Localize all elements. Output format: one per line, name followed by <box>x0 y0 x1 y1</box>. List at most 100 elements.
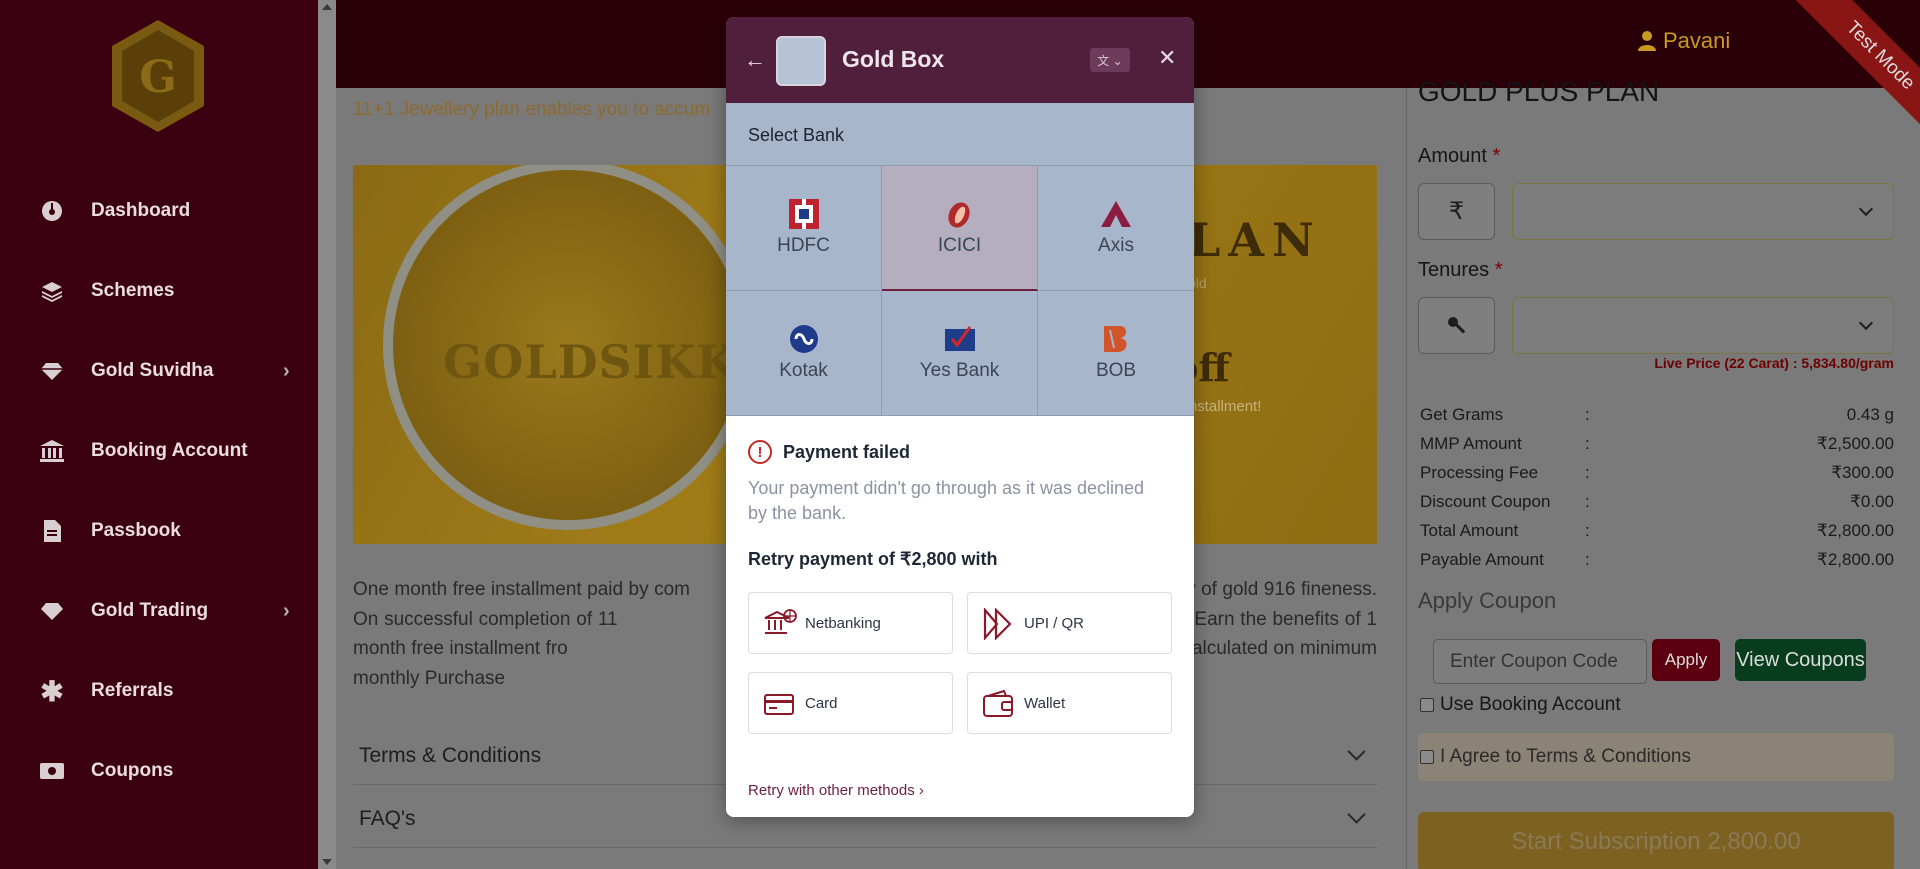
summary-value: ₹300.00 <box>1831 463 1894 482</box>
bank-option-axis[interactable]: Axis <box>1038 166 1194 291</box>
wallet-option[interactable]: Wallet <box>967 672 1172 734</box>
key-icon <box>1418 297 1495 354</box>
chevron-right-icon: › <box>283 359 290 382</box>
wallet-icon <box>982 688 1016 720</box>
bank-option-hdfc[interactable]: HDFC <box>726 166 882 291</box>
brand-logo[interactable]: G <box>108 18 208 136</box>
banner-brand-text: GOLDSIKKA <box>443 335 773 389</box>
summary-row: Total Amount: ₹2,800.00 <box>1420 521 1894 550</box>
summary-sep: : <box>1585 521 1590 540</box>
tenure-select[interactable] <box>1512 297 1894 354</box>
bank-label: Yes Bank <box>919 360 1000 381</box>
modal-title: Gold Box <box>842 46 945 72</box>
summary-value: ₹2,500.00 <box>1817 434 1894 453</box>
use-booking-account-label: Use Booking Account <box>1440 694 1621 715</box>
apply-coupon-title: Apply Coupon <box>1418 588 1557 613</box>
bank-label: HDFC <box>777 235 830 256</box>
summary-value: ₹0.00 <box>1850 492 1894 511</box>
plan-intro-text: 11+1 Jewellery plan enables you to accum <box>353 99 711 120</box>
user-icon <box>1638 31 1656 51</box>
summary-sep: : <box>1585 434 1590 453</box>
payment-failed-message: Your payment didn't go through as it was… <box>748 478 1145 523</box>
sidebar-item-dashboard[interactable]: Dashboard <box>0 183 318 239</box>
sidebar-item-gold-trading[interactable]: Gold Trading › <box>0 583 318 639</box>
payment-modal: ← Gold Box 文 ⌄ ✕ Select Bank HDFC ICICI <box>726 17 1194 817</box>
diamond-icon <box>38 357 66 385</box>
money-icon <box>38 757 66 785</box>
chevron-down-icon <box>1858 201 1874 217</box>
amount-label: Amount * <box>1418 145 1500 168</box>
sidebar-item-booking-account[interactable]: Booking Account <box>0 423 318 479</box>
sidebar-scrollbar[interactable] <box>318 0 336 869</box>
chevron-down-icon <box>1347 742 1366 761</box>
plan-summary: Get Grams: 0.43 g MMP Amount: ₹2,500.00 Pr… <box>1420 405 1894 579</box>
upi-qr-option[interactable]: UPI / QR <box>967 592 1172 654</box>
apply-coupon-button[interactable]: Apply <box>1652 639 1720 681</box>
sidebar-item-coupons[interactable]: Coupons <box>0 743 318 799</box>
method-label: Card <box>805 694 838 712</box>
retry-payment-title: Retry payment of ₹2,800 with <box>748 549 998 569</box>
bank-option-yes-bank[interactable]: Yes Bank <box>882 291 1038 416</box>
bank-option-kotak[interactable]: Kotak <box>726 291 882 416</box>
summary-value: ₹2,800.00 <box>1817 550 1894 569</box>
icici-logo-icon <box>943 199 977 229</box>
method-label: UPI / QR <box>1024 614 1085 632</box>
sidebar: G Dashboard Schemes Gold Suvidha › Booki… <box>0 0 318 869</box>
sidebar-item-label: Gold Trading <box>91 600 209 621</box>
select-bank-label: Select Bank <box>748 125 845 145</box>
tenures-label: Tenures * <box>1418 259 1503 282</box>
method-label: Netbanking <box>805 614 881 632</box>
sidebar-item-label: Coupons <box>91 760 174 781</box>
rupee-icon: ₹ <box>1418 183 1495 240</box>
scroll-up-arrow-icon[interactable] <box>322 4 332 10</box>
bank-icon <box>38 437 66 465</box>
payment-failed-title: Payment failed <box>783 442 911 462</box>
summary-key: Get Grams <box>1420 405 1504 424</box>
chevron-down-icon <box>1347 805 1366 824</box>
netbanking-option[interactable]: Netbanking <box>748 592 953 654</box>
sidebar-item-passbook[interactable]: Passbook <box>0 503 318 559</box>
card-icon <box>763 688 797 720</box>
back-arrow-icon[interactable]: ← <box>744 47 766 73</box>
summary-row: Discount Coupon: ₹0.00 <box>1420 492 1894 521</box>
start-subscription-button[interactable]: Start Subscription 2,800.00 <box>1418 812 1894 869</box>
agree-terms-checkbox[interactable] <box>1420 750 1434 764</box>
sidebar-item-referrals[interactable]: ✱ Referrals <box>0 663 318 719</box>
scroll-down-arrow-icon[interactable] <box>322 859 332 865</box>
retry-other-methods-link[interactable]: Retry with other methods › <box>748 782 924 799</box>
chevron-down-icon <box>1858 315 1874 331</box>
test-mode-ribbon: Test Mode <box>1781 0 1920 155</box>
user-menu[interactable]: Pavani <box>1637 28 1730 54</box>
layers-icon <box>38 277 66 305</box>
banner-plan-text: LAN <box>1188 213 1323 267</box>
agree-terms-label: I Agree to Terms & Conditions <box>1440 746 1691 767</box>
summary-row: Processing Fee: ₹300.00 <box>1420 463 1894 492</box>
sidebar-item-schemes[interactable]: Schemes <box>0 263 318 319</box>
test-mode-ribbon-wrap: Test Mode <box>1720 0 1920 200</box>
summary-value: ₹2,800.00 <box>1817 521 1894 540</box>
summary-key: Discount Coupon <box>1420 492 1551 511</box>
sidebar-item-gold-suvidha[interactable]: Gold Suvidha › <box>0 343 318 399</box>
summary-key: Total Amount <box>1420 521 1519 540</box>
svg-text:G: G <box>139 52 177 103</box>
card-option[interactable]: Card <box>748 672 953 734</box>
bank-option-bob[interactable]: BOB <box>1038 291 1194 416</box>
use-booking-account-checkbox[interactable] <box>1420 698 1434 712</box>
summary-row: Get Grams: 0.43 g <box>1420 405 1894 434</box>
bank-option-icici[interactable]: ICICI <box>882 166 1038 291</box>
plan-title: GOLD PLUS PLAN <box>1418 76 1660 107</box>
bank-label: Kotak <box>779 360 828 381</box>
language-selector-icon[interactable]: 文 ⌄ <box>1090 48 1130 72</box>
accordion-label: Terms & Conditions <box>359 743 542 767</box>
asterisk-icon: ✱ <box>40 675 64 707</box>
close-icon[interactable]: ✕ <box>1158 45 1176 71</box>
view-coupons-button[interactable]: View Coupons <box>1735 639 1866 681</box>
summary-row: Payable Amount: ₹2,800.00 <box>1420 550 1894 579</box>
live-price-text: Live Price (22 Carat) : 5,834.80/gram <box>1654 355 1894 371</box>
bank-label: BOB <box>1095 360 1137 381</box>
coupon-code-input[interactable]: Enter Coupon Code <box>1433 639 1647 684</box>
modal-header: ← Gold Box 文 ⌄ ✕ <box>726 17 1194 103</box>
agree-terms-row: I Agree to Terms & Conditions <box>1420 746 1691 768</box>
kotak-logo-icon <box>787 324 821 354</box>
sidebar-item-label: Gold Suvidha <box>91 360 214 381</box>
